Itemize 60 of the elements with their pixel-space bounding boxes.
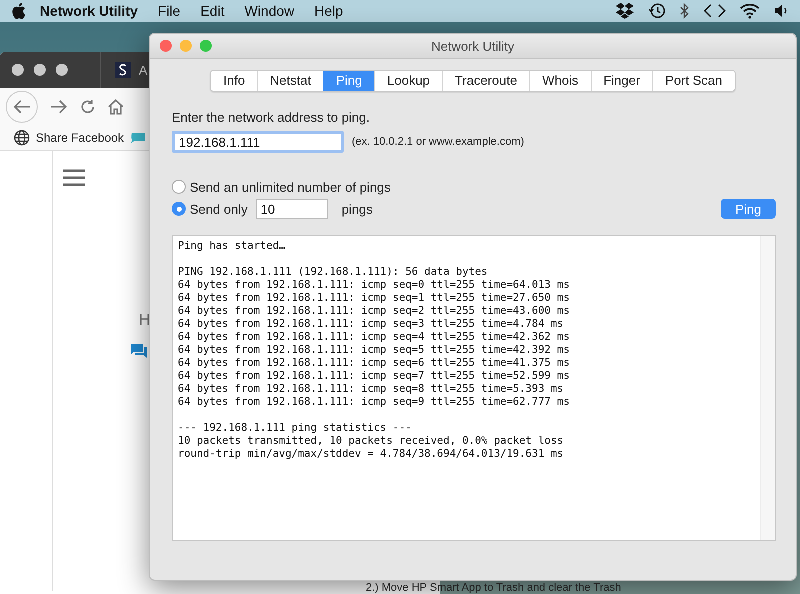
output-line: Ping has started… xyxy=(178,240,286,253)
output-line: 64 bytes from 192.168.1.111: icmp_seq=5 ttl=255 time=42.392 ms xyxy=(178,344,571,357)
chat-icon[interactable] xyxy=(131,344,147,358)
back-arrow-icon xyxy=(13,100,31,114)
heading-text: H xyxy=(139,312,151,330)
browser-tab-title[interactable]: A xyxy=(139,62,148,78)
site-logo-icon xyxy=(115,62,131,78)
output-line: 64 bytes from 192.168.1.111: icmp_seq=2 ttl=255 time=43.600 ms xyxy=(178,305,571,318)
pings-label: pings xyxy=(342,202,373,216)
radio-label[interactable]: Send only xyxy=(190,202,248,216)
speech-bubble-icon[interactable] xyxy=(130,132,146,144)
address-label: Enter the network address to ping. xyxy=(172,110,372,125)
box-icon[interactable] xyxy=(616,3,634,19)
tab[interactable]: Port Scan xyxy=(652,71,735,91)
output-line: 64 bytes from 192.168.1.111: icmp_seq=1 ttl=255 time=27.650 ms xyxy=(178,292,571,305)
window-title: Network Utility xyxy=(431,38,515,54)
output-line: round-trip min/avg/max/stddev = 4.784/38.694/64.013/19.631 ms xyxy=(178,448,565,461)
wifi-icon[interactable] xyxy=(740,3,760,19)
tab[interactable]: Lookup xyxy=(374,71,442,91)
tab[interactable]: Finger xyxy=(590,71,652,91)
code-brackets-icon[interactable] xyxy=(704,3,726,19)
forward-icon[interactable] xyxy=(50,100,68,114)
menu-item[interactable]: Window xyxy=(244,3,294,19)
radio-button[interactable] xyxy=(172,180,186,194)
window-control-icon[interactable] xyxy=(56,64,68,76)
output-line: PING 192.168.1.111 (192.168.1.111): 56 data bytes xyxy=(178,266,489,279)
output-line: 64 bytes from 192.168.1.111: icmp_seq=8 ttl=255 time=5.393 ms xyxy=(178,383,565,396)
address-hint: (ex. 10.0.2.1 or www.example.com) xyxy=(352,136,524,148)
reload-icon[interactable] xyxy=(80,99,96,115)
apple-logo-icon[interactable] xyxy=(12,3,26,19)
radio-label[interactable]: Send an unlimited number of pings xyxy=(190,180,391,194)
menu-item[interactable]: Edit xyxy=(200,3,225,19)
app-menu[interactable]: Network Utility xyxy=(40,3,138,19)
output-line: 64 bytes from 192.168.1.111: icmp_seq=4 ttl=255 time=42.362 ms xyxy=(178,331,571,344)
window-control-icon[interactable] xyxy=(12,64,24,76)
output-line: 64 bytes from 192.168.1.111: icmp_seq=3 ttl=255 time=4.784 ms xyxy=(178,318,565,331)
clock-icon[interactable] xyxy=(648,3,666,19)
menu-icon[interactable] xyxy=(63,169,85,187)
ping-count-field[interactable]: 10 xyxy=(256,199,328,219)
bookmark-link[interactable]: Share Facebook xyxy=(36,131,124,145)
globe-icon xyxy=(14,130,30,146)
output-line: --- 192.168.1.111 ping statistics --- xyxy=(178,422,413,435)
output-line: 64 bytes from 192.168.1.111: icmp_seq=0 ttl=255 time=64.013 ms xyxy=(178,279,571,292)
output-line: 64 bytes from 192.168.1.111: icmp_seq=7 ttl=255 time=52.599 ms xyxy=(178,370,571,383)
menu-item[interactable]: File xyxy=(158,3,181,19)
bluetooth-icon[interactable] xyxy=(680,3,690,19)
address-field[interactable]: 192.168.1.111 xyxy=(172,131,344,153)
scrollbar-track[interactable] xyxy=(760,236,775,540)
tab[interactable]: Netstat xyxy=(257,71,324,91)
window-control-icon[interactable] xyxy=(34,64,46,76)
tab[interactable]: Traceroute xyxy=(442,71,530,91)
tab[interactable]: Whois xyxy=(529,71,591,91)
menu-item[interactable]: Help xyxy=(314,3,344,19)
output-line: 10 packets transmitted, 10 packets received, 0.0% packet loss xyxy=(178,435,565,448)
tab[interactable]: Info xyxy=(211,71,258,91)
home-icon[interactable] xyxy=(108,99,124,115)
output-line: 64 bytes from 192.168.1.111: icmp_seq=6 ttl=255 time=41.375 ms xyxy=(178,357,571,370)
radio-button[interactable] xyxy=(172,202,186,216)
back-button[interactable] xyxy=(6,91,38,123)
output-line: 64 bytes from 192.168.1.111: icmp_seq=9 ttl=255 time=62.777 ms xyxy=(178,396,571,409)
